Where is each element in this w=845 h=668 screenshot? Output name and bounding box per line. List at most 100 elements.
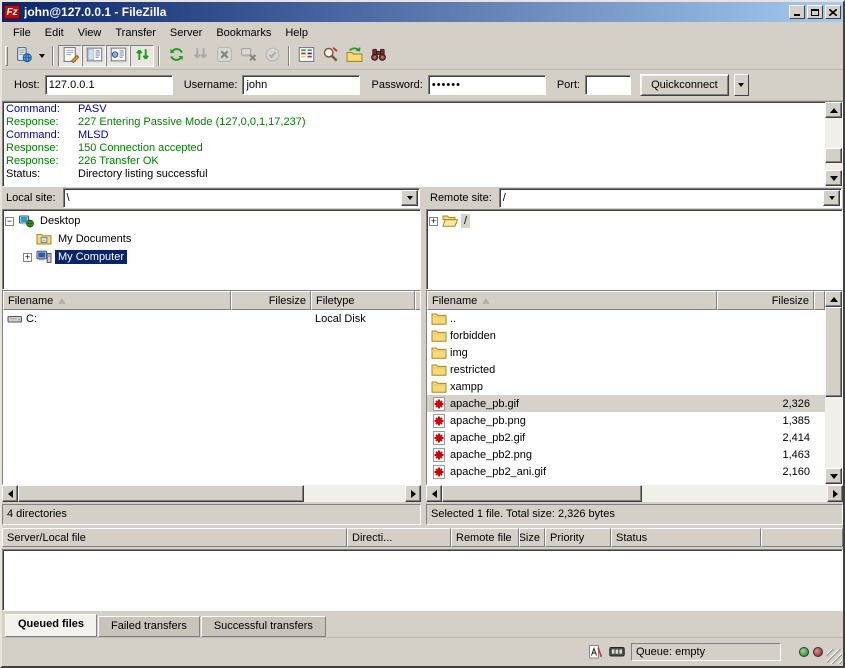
column-header-filetype[interactable]: Filetype: [311, 291, 415, 310]
reconnect-button[interactable]: [260, 45, 284, 67]
desktop-icon: [18, 213, 34, 229]
scroll-right-button[interactable]: [827, 485, 843, 502]
disconnect-button[interactable]: [236, 45, 260, 67]
remote-file-row[interactable]: restricted: [427, 361, 825, 378]
scroll-track[interactable]: [442, 485, 827, 502]
remote-file-row[interactable]: forbidden: [427, 327, 825, 344]
username-input[interactable]: [242, 75, 360, 95]
menu-transfer[interactable]: Transfer: [108, 25, 163, 41]
scroll-thumb[interactable]: [18, 485, 304, 502]
local-horizontal-scrollbar[interactable]: [2, 485, 421, 502]
scroll-thumb[interactable]: [825, 307, 842, 397]
encryption-indicator-icon[interactable]: [609, 644, 627, 660]
queue-column-header[interactable]: Status: [611, 528, 761, 547]
remote-file-row[interactable]: apache_pb.gif2,326: [427, 395, 825, 412]
remote-file-row[interactable]: apache_pb2.png1,463: [427, 446, 825, 463]
column-header-filesize[interactable]: Filesize: [231, 291, 311, 310]
remote-file-row[interactable]: apache_pb2.gif2,414: [427, 429, 825, 446]
scroll-thumb[interactable]: [825, 148, 842, 163]
quickconnect-button[interactable]: Quickconnect: [640, 74, 729, 96]
menu-server[interactable]: Server: [163, 25, 209, 41]
toggle-local-tree-button[interactable]: [82, 45, 106, 67]
tree-expander-plus[interactable]: +: [23, 253, 32, 262]
quickconnect-dropdown-button[interactable]: [734, 74, 749, 96]
scroll-track[interactable]: [825, 118, 842, 170]
remote-site-combo[interactable]: /: [499, 188, 842, 208]
process-queue-button[interactable]: [188, 45, 212, 67]
tree-expander-minus[interactable]: −: [5, 217, 14, 226]
cancel-operation-button[interactable]: [212, 45, 236, 67]
remote-site-dropdown-button[interactable]: [823, 190, 840, 206]
queue-column-header[interactable]: Priority: [545, 528, 611, 547]
scroll-down-button[interactable]: [825, 170, 842, 186]
site-manager-button[interactable]: [11, 45, 35, 67]
minimize-button[interactable]: [789, 5, 805, 19]
refresh-button[interactable]: [164, 45, 188, 67]
remote-file-row[interactable]: apache_pb2_ani.gif2,160: [427, 463, 825, 480]
queue-column-header[interactable]: Size: [519, 528, 545, 547]
column-header-filename[interactable]: Filename: [427, 291, 717, 310]
synchronized-browsing-button[interactable]: [342, 45, 366, 67]
scroll-up-button[interactable]: [825, 102, 842, 118]
tree-item[interactable]: My Documents: [5, 230, 420, 248]
local-site-dropdown-button[interactable]: [401, 190, 418, 206]
menu-file[interactable]: File: [6, 25, 38, 41]
maximize-button[interactable]: [807, 5, 823, 19]
local-site-combo[interactable]: \: [63, 188, 420, 208]
toggle-message-log-button[interactable]: [58, 45, 82, 67]
scroll-track[interactable]: [825, 307, 842, 468]
datatype-indicator-icon[interactable]: [587, 644, 605, 660]
remote-file-row[interactable]: img: [427, 344, 825, 361]
file-name: apache_pb.gif: [450, 398, 519, 410]
menu-view[interactable]: View: [71, 25, 109, 41]
menu-edit[interactable]: Edit: [38, 25, 71, 41]
tree-item[interactable]: +/: [429, 212, 842, 230]
menu-bookmarks[interactable]: Bookmarks: [209, 25, 278, 41]
tree-item[interactable]: −Desktop: [5, 212, 420, 230]
statusbar: Queue: empty: [2, 637, 843, 666]
scroll-up-button[interactable]: [825, 291, 842, 307]
site-manager-dropdown-button[interactable]: [35, 45, 48, 67]
toggle-remote-tree-button[interactable]: [106, 45, 130, 67]
filter-button[interactable]: [318, 45, 342, 67]
queue-column-header[interactable]: Remote file: [451, 528, 519, 547]
directory-comparison-button[interactable]: [294, 45, 318, 67]
port-input[interactable]: [585, 75, 631, 95]
tab-failed-transfers[interactable]: Failed transfers: [98, 616, 200, 637]
process-queue-icon: [192, 46, 209, 66]
log-vertical-scrollbar[interactable]: [825, 102, 842, 186]
tree-item[interactable]: +My Computer: [5, 248, 420, 266]
column-header-l[interactable]: L: [415, 291, 420, 310]
scroll-thumb[interactable]: [442, 485, 642, 502]
window-title: john@127.0.0.1 - FileZilla: [24, 5, 789, 19]
tab-successful-transfers[interactable]: Successful transfers: [201, 616, 326, 637]
column-header-filename[interactable]: Filename: [3, 291, 231, 310]
scroll-left-button[interactable]: [2, 485, 18, 502]
local-list-header: FilenameFilesizeFiletypeL: [3, 291, 420, 310]
arrow-down-icon: [830, 176, 838, 185]
password-input[interactable]: [428, 75, 546, 95]
remote-file-row[interactable]: apache_pb.png1,385: [427, 412, 825, 429]
file-name-cell: apache_pb2.png: [427, 446, 717, 463]
remote-file-row[interactable]: ..: [427, 310, 825, 327]
remote-file-row[interactable]: xampp: [427, 378, 825, 395]
resize-grip[interactable]: [827, 649, 842, 664]
scroll-down-button[interactable]: [825, 468, 842, 484]
scroll-left-button[interactable]: [426, 485, 442, 502]
file-name-cell: img: [427, 344, 717, 361]
host-input[interactable]: [45, 75, 173, 95]
tree-expander-plus[interactable]: +: [429, 217, 438, 226]
remote-horizontal-scrollbar[interactable]: [426, 485, 843, 502]
tab-queued-files[interactable]: Queued files: [5, 614, 97, 637]
queue-column-header[interactable]: Server/Local file: [2, 528, 347, 547]
column-header-filesize[interactable]: Filesize: [717, 291, 814, 310]
file-search-button[interactable]: [366, 45, 390, 67]
menu-help[interactable]: Help: [278, 25, 315, 41]
scroll-track[interactable]: [18, 485, 405, 502]
local-file-row[interactable]: C:Local Disk: [3, 310, 420, 327]
toggle-transfer-queue-button[interactable]: [130, 45, 154, 67]
scroll-right-button[interactable]: [405, 485, 421, 502]
queue-column-header[interactable]: Directi...: [347, 528, 451, 547]
close-button[interactable]: [825, 5, 841, 19]
remote-vertical-scrollbar[interactable]: [825, 291, 842, 484]
